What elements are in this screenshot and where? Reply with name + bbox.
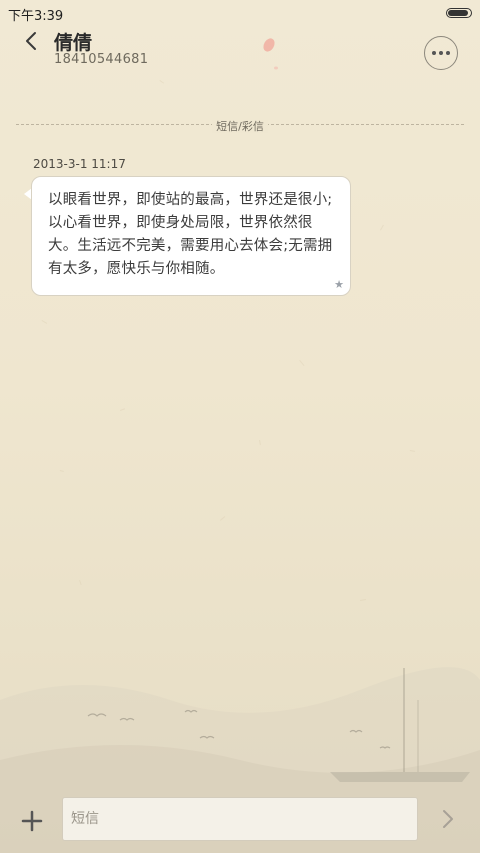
- more-dots-icon: [446, 51, 450, 55]
- status-bar: 下午3:39: [0, 0, 480, 28]
- plus-icon: [21, 810, 43, 832]
- message-type-label: 短信/彩信: [212, 120, 268, 133]
- composer-bar: [0, 797, 480, 853]
- star-icon[interactable]: ★: [334, 278, 344, 291]
- message-input[interactable]: [62, 797, 418, 841]
- message-timestamp: 2013-3-1 11:17: [33, 157, 126, 171]
- send-button[interactable]: [436, 807, 460, 831]
- battery-level: [448, 10, 469, 16]
- status-time: 下午3:39: [8, 9, 64, 24]
- add-attachment-button[interactable]: [18, 807, 46, 835]
- more-dots-icon: [439, 51, 443, 55]
- more-options-button[interactable]: [424, 36, 458, 70]
- message-text: 以眼看世界，即使站的最高，世界还是很小;以心看世界，即使身处局限，世界依然很大。…: [48, 192, 333, 277]
- battery-icon: [446, 8, 472, 18]
- chevron-left-icon: [26, 32, 36, 50]
- conversation-header: 倩倩 18410544681: [0, 28, 480, 98]
- more-dots-icon: [432, 51, 436, 55]
- message-type-label-row: 短信/彩信: [0, 118, 480, 134]
- contact-phone-number: 18410544681: [54, 52, 149, 67]
- back-button[interactable]: [16, 28, 46, 54]
- chevron-right-icon: [443, 810, 453, 828]
- message-bubble[interactable]: 以眼看世界，即使站的最高，世界还是很小;以心看世界，即使身处局限，世界依然很大。…: [31, 176, 351, 296]
- contact-name: 倩倩: [54, 32, 93, 54]
